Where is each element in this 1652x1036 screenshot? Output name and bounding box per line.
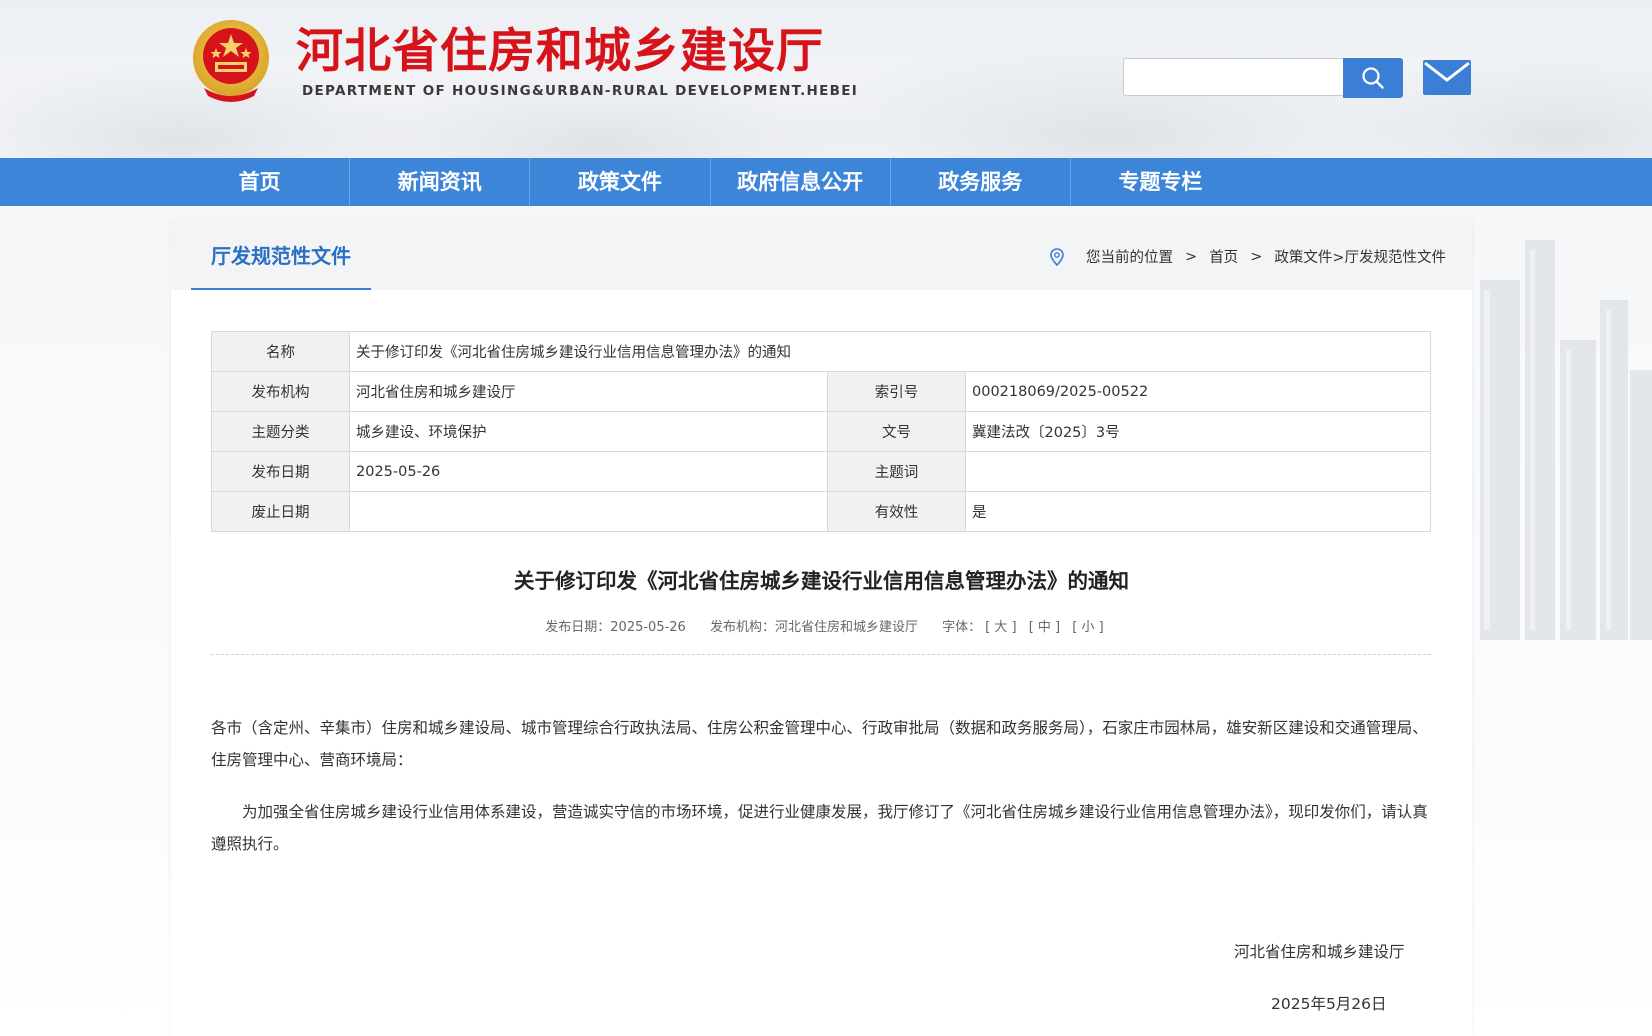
info-value-docno: 冀建法改〔2025〕3号 — [965, 411, 1431, 452]
article-title: 关于修订印发《河北省住房城乡建设行业信用信息管理办法》的通知 — [514, 569, 1129, 593]
info-label-keyword: 主题词 — [827, 451, 966, 492]
nav-item-home[interactable]: 首页 — [170, 158, 351, 206]
info-value-valid: 是 — [965, 491, 1431, 532]
mail-icon — [1424, 61, 1470, 82]
font-size-label: 字体： — [942, 620, 982, 635]
font-size-medium-button[interactable]: [ 中 ] — [1029, 620, 1060, 635]
divider — [211, 654, 1431, 655]
article-meta-date: 发布日期：2025-05-26 — [545, 620, 686, 635]
breadcrumb-home-link[interactable]: 首页 — [1209, 246, 1238, 267]
info-label-docno: 文号 — [827, 411, 966, 452]
table-row: 名称 关于修订印发《河北省住房城乡建设行业信用信息管理办法》的通知 — [211, 331, 1431, 372]
article-paragraph-addressee: 各市（含定州、辛集市）住房和城乡建设局、城市管理综合行政执法局、住房公积金管理中… — [211, 719, 1428, 769]
info-value-expire — [349, 491, 828, 532]
main-navigation: 首页 新闻资讯 政策文件 政府信息公开 政务服务 专题专栏 — [0, 158, 1652, 206]
signature-organization: 河北省住房和城乡建设厅 — [1234, 943, 1405, 961]
info-label-index: 索引号 — [827, 371, 966, 412]
info-value-keyword — [965, 451, 1431, 492]
search-icon — [1362, 67, 1384, 89]
search-input[interactable] — [1123, 58, 1343, 96]
signature-date: 2025年5月26日 — [1271, 995, 1387, 1013]
nav-item-gov-info[interactable]: 政府信息公开 — [711, 158, 891, 206]
breadcrumb-separator: > — [1185, 248, 1198, 265]
font-size-large-button[interactable]: [ 大 ] — [985, 620, 1016, 635]
nav-item-services[interactable]: 政务服务 — [891, 158, 1071, 206]
site-subtitle: DEPARTMENT OF HOUSING&URBAN-RURAL DEVELO… — [302, 83, 859, 99]
info-label-date: 发布日期 — [211, 451, 350, 492]
info-label-org: 发布机构 — [211, 371, 350, 412]
content-card: 厅发规范性文件 您当前的位置 > 首页 > 政策文件>厅发规范性文件 名称 关于… — [171, 220, 1472, 1036]
info-value-topic: 城乡建设、环境保护 — [349, 411, 828, 452]
table-row: 发布日期 2025-05-26 主题词 — [211, 451, 1431, 492]
table-row: 主题分类 城乡建设、环境保护 文号 冀建法改〔2025〕3号 — [211, 411, 1431, 452]
nav-item-policy[interactable]: 政策文件 — [530, 158, 711, 206]
info-label-topic: 主题分类 — [211, 411, 350, 452]
font-size-small-button[interactable]: [ 小 ] — [1072, 620, 1103, 635]
national-emblem-icon — [190, 18, 272, 104]
article-paragraph-body: 为加强全省住房城乡建设行业信用体系建设，营造诚实守信的市场环境，促进行业健康发展… — [211, 803, 1428, 853]
city-skyline-decoration — [1480, 240, 1652, 640]
info-value-date: 2025-05-26 — [349, 451, 828, 492]
section-header: 厅发规范性文件 您当前的位置 > 首页 > 政策文件>厅发规范性文件 — [171, 220, 1472, 290]
document-info-table: 名称 关于修订印发《河北省住房城乡建设行业信用信息管理办法》的通知 发布机构 河… — [211, 331, 1431, 532]
section-title-underline — [191, 288, 371, 290]
breadcrumb-separator: > — [1250, 248, 1263, 265]
info-label-expire: 废止日期 — [211, 491, 350, 532]
article-meta: 发布日期：2025-05-26 发布机构：河北省住房和城乡建设厅 字体：[ 大 … — [171, 616, 1472, 635]
section-title: 厅发规范性文件 — [211, 244, 351, 268]
breadcrumb-prefix: 您当前的位置 — [1086, 250, 1174, 266]
location-pin-icon — [1050, 247, 1064, 266]
info-label-name: 名称 — [211, 331, 350, 372]
info-value-name: 关于修订印发《河北省住房城乡建设行业信用信息管理办法》的通知 — [349, 331, 1431, 372]
info-label-valid: 有效性 — [827, 491, 966, 532]
mail-button[interactable] — [1423, 60, 1471, 95]
search-button[interactable] — [1343, 58, 1403, 98]
breadcrumb: 您当前的位置 > 首页 > 政策文件>厅发规范性文件 — [1050, 246, 1446, 267]
table-row: 发布机构 河北省住房和城乡建设厅 索引号 000218069/2025-0052… — [211, 371, 1431, 412]
site-title: 河北省住房和城乡建设厅 — [296, 24, 824, 79]
table-row: 废止日期 有效性 是 — [211, 491, 1431, 532]
info-value-index: 000218069/2025-00522 — [965, 371, 1431, 412]
nav-item-news[interactable]: 新闻资讯 — [350, 158, 531, 206]
article-meta-org: 发布机构：河北省住房和城乡建设厅 — [709, 620, 918, 635]
info-value-org: 河北省住房和城乡建设厅 — [349, 371, 828, 412]
breadcrumb-path-link[interactable]: 政策文件>厅发规范性文件 — [1274, 246, 1446, 267]
nav-item-topics[interactable]: 专题专栏 — [1071, 158, 1250, 206]
